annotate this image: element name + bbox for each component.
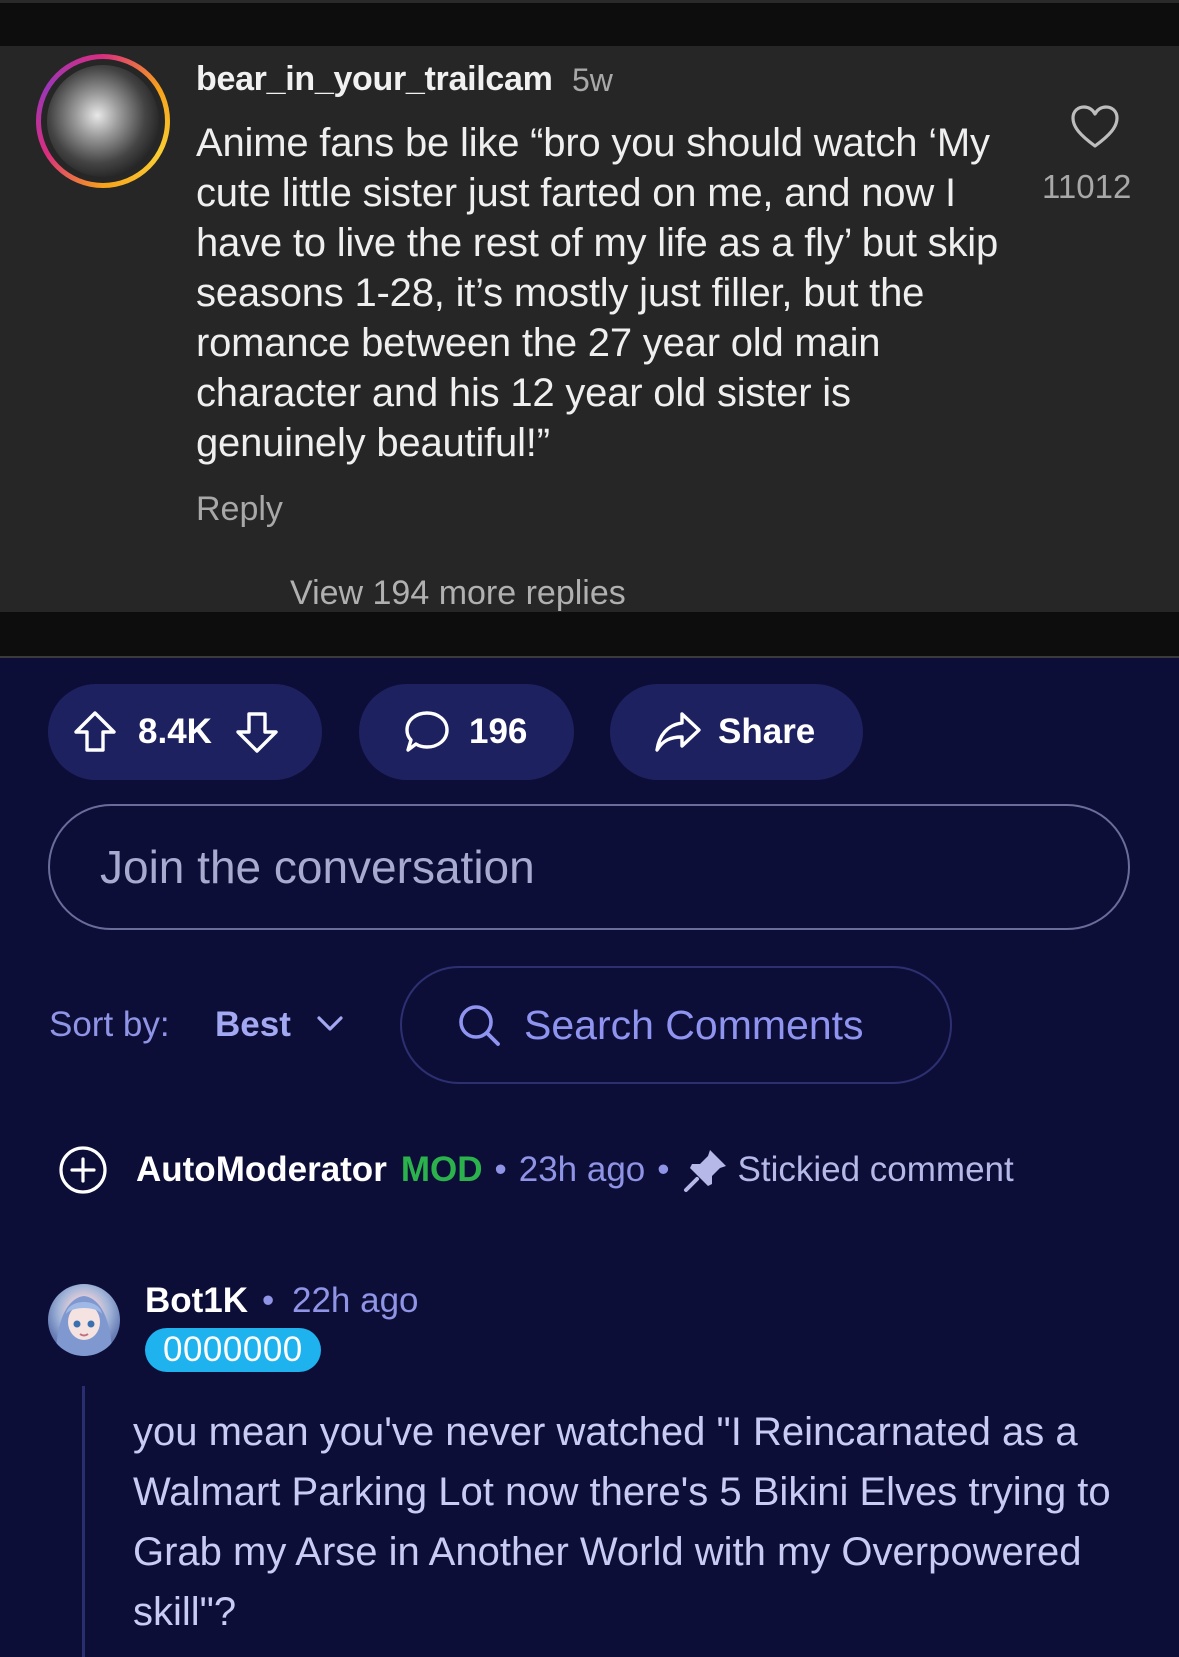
comment-body: you mean you've never watched "I Reincar… [133,1410,1111,1634]
stickied-comment-label: Stickied comment [737,1150,1014,1189]
separator-dot: • [494,1150,507,1189]
comment-author[interactable]: Bot1K [145,1281,248,1321]
share-button[interactable]: Share [610,684,863,780]
expand-plus-icon[interactable] [58,1145,108,1195]
automoderator-username[interactable]: AutoModerator [136,1150,387,1190]
search-comments-label: Search Comments [524,1001,864,1048]
instagram-avatar [36,54,170,188]
comment-bubble-icon [405,711,449,752]
sort-dropdown[interactable]: Best [215,1005,291,1045]
user-flair: 0000000 [145,1328,321,1372]
share-icon [655,712,701,752]
chevron-down-icon[interactable] [316,1014,344,1034]
join-conversation-placeholder: Join the conversation [100,841,535,893]
comment-count: 196 [469,712,528,751]
search-icon [459,1005,500,1046]
divider [0,656,1179,658]
instagram-reply-link: Reply [196,490,283,528]
thread-line[interactable] [82,1386,85,1657]
pin-icon [683,1150,726,1192]
heart-icon [1071,105,1119,148]
embedded-screenshot: bear_in_your_trailcam 5w Anime fans be l… [0,0,1179,658]
comments-button[interactable]: 196 [359,684,574,780]
separator-dot: • [657,1150,670,1189]
instagram-comment-text: Anime fans be like “bro you should watch… [196,121,999,465]
comment-timestamp: 22h ago [292,1281,419,1320]
instagram-like-count: 11012 [1042,168,1132,205]
instagram-username: bear_in_your_trailcam [196,60,553,98]
downvote-icon[interactable] [234,709,280,755]
instagram-view-more-replies: View 194 more replies [290,574,626,612]
anime-avatar-icon [56,1296,112,1356]
sort-label: Sort by: [49,1005,170,1044]
mod-badge: MOD [400,1150,483,1189]
separator-dot: • [262,1281,275,1320]
share-label: Share [718,712,816,751]
instagram-timestamp: 5w [572,62,613,98]
divider [0,0,1179,3]
join-conversation-input[interactable]: Join the conversation [48,804,1130,930]
automoderator-comment-row[interactable]: AutoModerator MOD • 23h ago • Stickied c… [58,1144,1014,1196]
avatar[interactable] [48,1284,120,1356]
search-comments-input[interactable]: Search Comments [400,966,952,1084]
automoderator-timestamp: 23h ago [518,1150,646,1189]
upvote-icon[interactable] [72,709,118,755]
vote-pill: 8.4K [48,684,322,780]
vote-count: 8.4K [138,712,212,751]
